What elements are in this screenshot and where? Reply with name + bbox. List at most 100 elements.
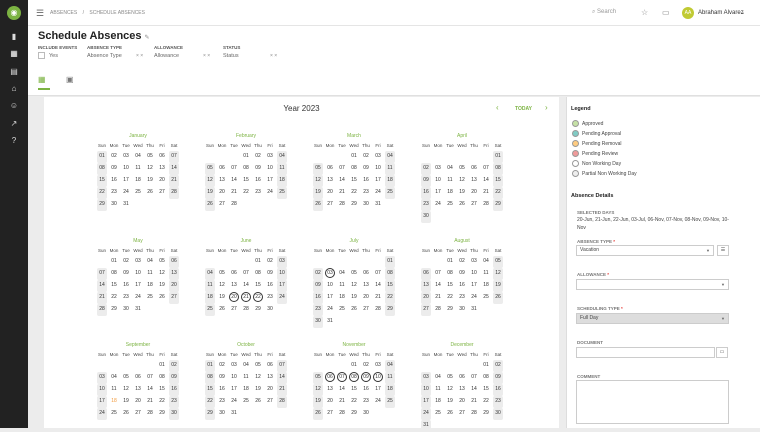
- day-cell[interactable]: 10: [373, 372, 383, 382]
- day-cell[interactable]: 22: [481, 396, 491, 408]
- day-cell[interactable]: 11: [109, 384, 119, 396]
- day-cell[interactable]: 11: [481, 268, 491, 280]
- day-cell[interactable]: 16: [361, 384, 371, 396]
- day-cell[interactable]: 03: [133, 256, 143, 268]
- day-cell[interactable]: 25: [385, 187, 395, 199]
- day-cell[interactable]: 07: [277, 360, 287, 372]
- day-cell[interactable]: 11: [337, 280, 347, 292]
- day-cell[interactable]: 02: [253, 151, 263, 163]
- day-cell[interactable]: 09: [253, 163, 263, 175]
- day-cell[interactable]: 04: [385, 360, 395, 372]
- day-cell[interactable]: 05: [121, 372, 131, 384]
- day-cell[interactable]: 04: [109, 372, 119, 384]
- day-cell[interactable]: 16: [421, 187, 431, 199]
- day-cell[interactable]: 07: [169, 151, 179, 163]
- day-cell[interactable]: 05: [205, 163, 215, 175]
- day-cell[interactable]: 03: [97, 372, 107, 384]
- day-cell[interactable]: 12: [349, 280, 359, 292]
- day-cell[interactable]: 30: [121, 304, 131, 316]
- day-cell[interactable]: 04: [133, 151, 143, 163]
- analytics-icon[interactable]: ▮: [8, 31, 20, 43]
- day-cell[interactable]: 31: [325, 316, 335, 328]
- absence-type-select[interactable]: Vacation ▼: [576, 245, 714, 256]
- tab-calendar-view[interactable]: ▦: [38, 75, 46, 84]
- day-cell[interactable]: 15: [241, 175, 251, 187]
- day-cell[interactable]: 29: [481, 408, 491, 420]
- day-cell[interactable]: 17: [373, 175, 383, 187]
- day-cell[interactable]: 09: [217, 372, 227, 384]
- day-cell[interactable]: 19: [121, 396, 131, 408]
- day-cell[interactable]: 21: [373, 292, 383, 304]
- day-cell[interactable]: 06: [325, 163, 335, 175]
- day-cell[interactable]: 25: [133, 187, 143, 199]
- day-cell[interactable]: 17: [277, 280, 287, 292]
- day-cell[interactable]: 25: [337, 304, 347, 316]
- day-cell[interactable]: 10: [421, 384, 431, 396]
- day-cell[interactable]: 09: [457, 268, 467, 280]
- day-cell[interactable]: 26: [253, 396, 263, 408]
- day-cell[interactable]: 07: [241, 268, 251, 280]
- day-cell[interactable]: 24: [433, 199, 443, 211]
- day-cell[interactable]: 25: [481, 292, 491, 304]
- day-cell[interactable]: 27: [133, 408, 143, 420]
- day-cell[interactable]: 16: [493, 384, 503, 396]
- day-cell[interactable]: 21: [229, 187, 239, 199]
- day-cell[interactable]: 09: [265, 268, 275, 280]
- day-cell[interactable]: 06: [325, 372, 335, 382]
- day-cell[interactable]: 19: [157, 280, 167, 292]
- day-cell[interactable]: 15: [97, 175, 107, 187]
- day-cell[interactable]: 06: [457, 372, 467, 384]
- day-cell[interactable]: 12: [205, 175, 215, 187]
- day-cell[interactable]: 04: [241, 360, 251, 372]
- day-cell[interactable]: 06: [169, 256, 179, 268]
- day-cell[interactable]: 28: [481, 199, 491, 211]
- day-cell[interactable]: 18: [277, 175, 287, 187]
- day-cell[interactable]: 13: [265, 372, 275, 384]
- day-cell[interactable]: 03: [469, 256, 479, 268]
- day-cell[interactable]: 09: [493, 372, 503, 384]
- day-cell[interactable]: 17: [229, 384, 239, 396]
- day-cell[interactable]: 17: [121, 175, 131, 187]
- day-cell[interactable]: 16: [109, 175, 119, 187]
- day-cell[interactable]: 04: [481, 256, 491, 268]
- day-cell[interactable]: 06: [421, 268, 431, 280]
- day-cell[interactable]: 19: [253, 384, 263, 396]
- star-icon[interactable]: ☆: [641, 8, 648, 17]
- day-cell[interactable]: 02: [361, 151, 371, 163]
- day-cell[interactable]: 24: [121, 187, 131, 199]
- tab-list-view[interactable]: ▣: [66, 75, 74, 84]
- day-cell[interactable]: 07: [337, 163, 347, 175]
- app-logo[interactable]: ◉: [7, 6, 21, 20]
- day-cell[interactable]: 12: [121, 384, 131, 396]
- day-cell[interactable]: 21: [277, 384, 287, 396]
- day-cell[interactable]: 01: [445, 256, 455, 268]
- day-cell[interactable]: 04: [433, 372, 443, 384]
- list-icon[interactable]: ☰: [717, 245, 729, 256]
- day-cell[interactable]: 08: [241, 163, 251, 175]
- day-cell[interactable]: 22: [241, 187, 251, 199]
- day-cell[interactable]: 30: [217, 408, 227, 420]
- day-cell[interactable]: 05: [217, 268, 227, 280]
- day-cell[interactable]: 14: [433, 280, 443, 292]
- day-cell[interactable]: 08: [385, 268, 395, 280]
- day-cell[interactable]: 08: [493, 163, 503, 175]
- day-cell[interactable]: 22: [349, 187, 359, 199]
- day-cell[interactable]: 26: [313, 408, 323, 420]
- chevron-down-icon[interactable]: ⌄: [740, 9, 745, 16]
- day-cell[interactable]: 15: [205, 384, 215, 396]
- day-cell[interactable]: 17: [433, 187, 443, 199]
- day-cell[interactable]: 03: [277, 256, 287, 268]
- day-cell[interactable]: 23: [421, 199, 431, 211]
- day-cell[interactable]: 29: [445, 304, 455, 316]
- day-cell[interactable]: 28: [145, 408, 155, 420]
- day-cell[interactable]: 14: [169, 163, 179, 175]
- day-cell[interactable]: 14: [97, 280, 107, 292]
- help-icon[interactable]: ?: [8, 135, 20, 147]
- day-cell[interactable]: 27: [469, 199, 479, 211]
- day-cell[interactable]: 08: [157, 372, 167, 384]
- day-cell[interactable]: 08: [349, 372, 359, 382]
- day-cell[interactable]: 05: [349, 268, 359, 280]
- document-input[interactable]: [576, 347, 715, 358]
- day-cell[interactable]: 15: [481, 384, 491, 396]
- day-cell[interactable]: 27: [217, 199, 227, 211]
